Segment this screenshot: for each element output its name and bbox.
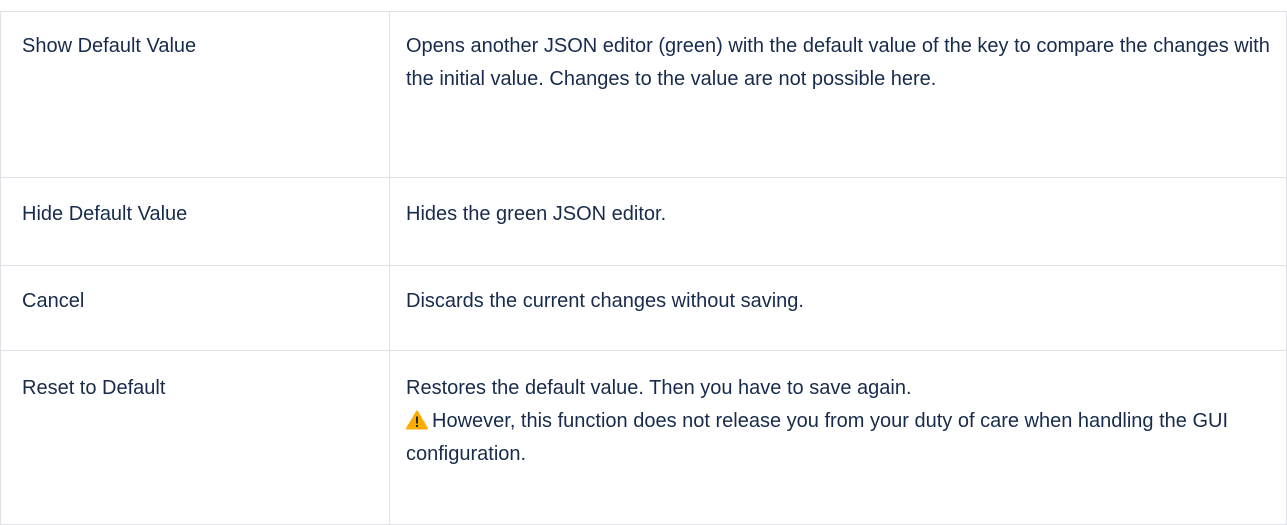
function-name: Show Default Value bbox=[22, 35, 197, 57]
warning-triangle-icon bbox=[406, 410, 428, 430]
table-row: Reset to Default Restores the default va… bbox=[0, 350, 1287, 525]
function-description: Hides the green JSON editor. bbox=[406, 203, 667, 225]
warning-text: However, this function does not release … bbox=[406, 410, 1228, 465]
function-name: Reset to Default bbox=[22, 377, 166, 399]
function-description-cell: Hides the green JSON editor. bbox=[389, 177, 1287, 266]
function-description: Opens another JSON editor (green) with t… bbox=[406, 35, 1270, 90]
function-description-cell: Opens another JSON editor (green) with t… bbox=[389, 11, 1287, 178]
function-description: Discards the current changes without sav… bbox=[406, 290, 804, 312]
function-description: Restores the default value. Then you hav… bbox=[406, 377, 912, 399]
function-name-cell: Hide Default Value bbox=[0, 177, 390, 266]
function-table: Show Default Value Opens another JSON ed… bbox=[0, 11, 1287, 525]
function-name: Cancel bbox=[22, 290, 85, 312]
table-row: Show Default Value Opens another JSON ed… bbox=[0, 11, 1287, 178]
function-description-cell: Discards the current changes without sav… bbox=[389, 265, 1287, 351]
table-row: Hide Default Value Hides the green JSON … bbox=[0, 177, 1287, 266]
function-name-cell: Cancel bbox=[0, 265, 390, 351]
table-row: Cancel Discards the current changes with… bbox=[0, 265, 1287, 351]
function-name: Hide Default Value bbox=[22, 203, 188, 225]
function-description-cell: Restores the default value. Then you hav… bbox=[389, 350, 1287, 525]
function-name-cell: Reset to Default bbox=[0, 350, 390, 525]
function-name-cell: Show Default Value bbox=[0, 11, 390, 178]
warning-note: However, this function does not release … bbox=[406, 405, 1276, 471]
